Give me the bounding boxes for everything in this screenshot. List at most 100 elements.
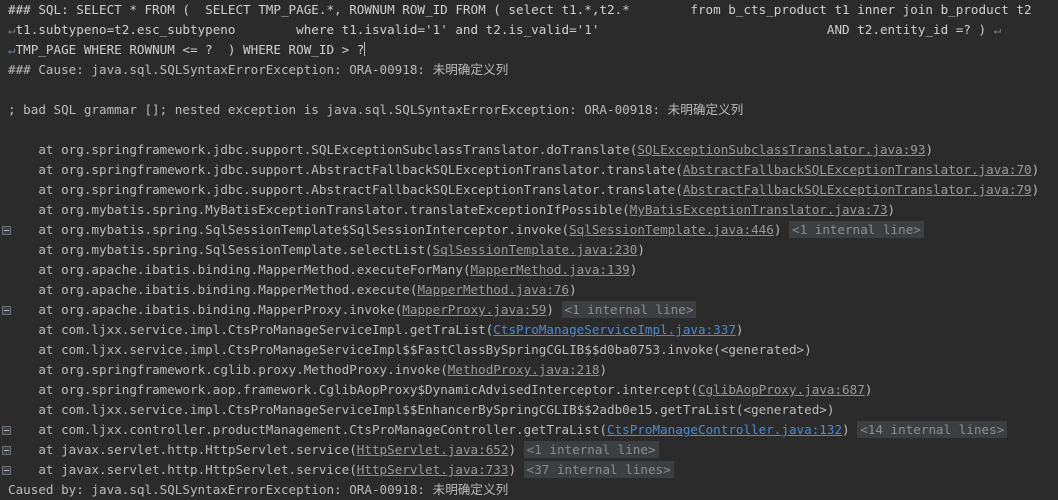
stacktrace-file-link[interactable]: AbstractFallbackSQLExceptionTranslator.j… — [683, 182, 1032, 197]
line-text: at org.springframework.jdbc.support.SQLE… — [38, 142, 638, 157]
line-text: at org.springframework.jdbc.support.Abst… — [38, 182, 683, 197]
stacktrace-file-link[interactable]: SQLExceptionSubclassTranslator.java:93 — [637, 142, 925, 157]
console-line: at org.springframework.jdbc.support.Abst… — [0, 180, 1058, 200]
console-line: at com.ljxx.service.impl.CtsProManageSer… — [0, 340, 1058, 360]
text-caret — [364, 42, 366, 56]
stacktrace-project-file-link[interactable]: CtsProManageController.java:132 — [607, 422, 842, 437]
stacktrace-file-link[interactable]: MapperProxy.java:59 — [402, 302, 546, 317]
line-text: at org.apache.ibatis.binding.MapperMetho… — [38, 282, 418, 297]
stacktrace-file-link[interactable]: SqlSessionTemplate.java:446 — [569, 222, 774, 237]
soft-wrap-arrow-icon: ↵ — [993, 22, 1002, 37]
line-text: at org.mybatis.spring.SqlSessionTemplate… — [38, 242, 433, 257]
console-line: at com.ljxx.controller.productManagement… — [0, 420, 1058, 440]
line-text: at com.ljxx.service.impl.CtsProManageSer… — [38, 402, 835, 417]
console-line: at javax.servlet.http.HttpServlet.servic… — [0, 460, 1058, 480]
line-text: ### Cause: java.sql.SQLSyntaxErrorExcept… — [8, 62, 433, 77]
line-text: ) — [842, 422, 858, 437]
line-text: ) — [864, 382, 873, 397]
internal-lines-badge[interactable]: <1 internal line> — [523, 441, 659, 458]
stacktrace-file-link[interactable]: HttpServlet.java:652 — [357, 442, 509, 457]
console-line: at org.springframework.aop.framework.Cgl… — [0, 380, 1058, 400]
line-text: ### SQL: SELECT * FROM ( SELECT TMP_PAGE… — [8, 2, 1058, 17]
stacktrace-file-link[interactable]: MethodProxy.java:218 — [448, 362, 600, 377]
line-text: ) — [1031, 162, 1040, 177]
line-text: at com.ljxx.service.impl.CtsProManageSer… — [38, 322, 494, 337]
error-message-text: 未明确定义列 — [667, 102, 744, 117]
soft-wrap-arrow-icon: ↵ — [8, 22, 16, 37]
stacktrace-file-link[interactable]: MyBatisExceptionTranslator.java:73 — [630, 202, 888, 217]
console-line: at javax.servlet.http.HttpServlet.servic… — [0, 440, 1058, 460]
line-text: at com.ljxx.controller.productManagement… — [38, 422, 607, 437]
error-message-text: 未明确定义列 — [432, 62, 509, 77]
line-text: ) — [508, 462, 524, 477]
line-text: ; bad SQL grammar []; nested exception i… — [8, 102, 668, 117]
console-line: at org.mybatis.spring.SqlSessionTemplate… — [0, 240, 1058, 260]
line-text: ) — [887, 202, 896, 217]
console-line: at org.apache.ibatis.binding.MapperMetho… — [0, 280, 1058, 300]
line-text: at com.ljxx.service.impl.CtsProManageSer… — [38, 342, 812, 357]
stacktrace-file-link[interactable]: HttpServlet.java:733 — [357, 462, 509, 477]
line-text: at org.mybatis.spring.MyBatisExceptionTr… — [38, 202, 630, 217]
line-text: Caused by: java.sql.SQLSyntaxErrorExcept… — [8, 482, 433, 497]
stacktrace-file-link[interactable]: MapperMethod.java:139 — [471, 262, 630, 277]
console-line: at org.springframework.jdbc.support.SQLE… — [0, 140, 1058, 160]
internal-lines-badge[interactable]: <1 internal line> — [561, 301, 697, 318]
console-line: ↵t1.subtypeno=t2.esc_subtypeno where t1.… — [0, 20, 1058, 40]
line-text: at org.springframework.cglib.proxy.Metho… — [38, 362, 448, 377]
line-text: ) — [599, 362, 608, 377]
internal-lines-badge[interactable]: <14 internal lines> — [857, 421, 1008, 438]
console-line: at org.apache.ibatis.binding.MapperMetho… — [0, 260, 1058, 280]
line-text: ) — [508, 442, 524, 457]
line-text: TMP_PAGE WHERE ROWNUM <= ? ) WHERE ROW_I… — [15, 42, 365, 57]
console-line: ; bad SQL grammar []; nested exception i… — [0, 100, 1058, 120]
line-text: ) — [546, 302, 562, 317]
console-line: ### Cause: java.sql.SQLSyntaxErrorExcept… — [0, 60, 1058, 80]
line-text: at javax.servlet.http.HttpServlet.servic… — [38, 442, 357, 457]
console-line: ### SQL: SELECT * FROM ( SELECT TMP_PAGE… — [0, 0, 1058, 20]
stacktrace-file-link[interactable]: SqlSessionTemplate.java:230 — [433, 242, 638, 257]
stacktrace-file-link[interactable]: MapperMethod.java:76 — [417, 282, 569, 297]
line-text: t1.subtypeno=t2.esc_subtypeno where t1.i… — [15, 22, 994, 37]
internal-lines-badge[interactable]: <37 internal lines> — [523, 461, 674, 478]
internal-lines-badge[interactable]: <1 internal line> — [788, 221, 924, 238]
line-text: ) — [629, 262, 638, 277]
soft-wrap-arrow-icon: ↵ — [8, 42, 16, 57]
console-output-panel[interactable]: ### SQL: SELECT * FROM ( SELECT TMP_PAGE… — [0, 0, 1058, 500]
line-text: ) — [773, 222, 789, 237]
stacktrace-file-link[interactable]: AbstractFallbackSQLExceptionTranslator.j… — [683, 162, 1032, 177]
line-text: ) — [735, 322, 744, 337]
line-text: at org.springframework.jdbc.support.Abst… — [38, 162, 683, 177]
error-message-text: 未明确定义列 — [432, 482, 509, 497]
line-text: at org.apache.ibatis.binding.MapperMetho… — [38, 262, 471, 277]
stacktrace-project-file-link[interactable]: CtsProManageServiceImpl.java:337 — [493, 322, 736, 337]
console-line: Caused by: java.sql.SQLSyntaxErrorExcept… — [0, 480, 1058, 500]
line-text: ) — [925, 142, 934, 157]
line-text: at org.mybatis.spring.SqlSessionTemplate… — [38, 222, 570, 237]
console-line: ↵TMP_PAGE WHERE ROWNUM <= ? ) WHERE ROW_… — [0, 40, 1058, 60]
line-text: at org.apache.ibatis.binding.MapperProxy… — [38, 302, 403, 317]
console-lines: ### SQL: SELECT * FROM ( SELECT TMP_PAGE… — [0, 0, 1058, 500]
console-line: at com.ljxx.service.impl.CtsProManageSer… — [0, 320, 1058, 340]
console-line: at org.springframework.cglib.proxy.Metho… — [0, 360, 1058, 380]
console-line: at org.mybatis.spring.SqlSessionTemplate… — [0, 220, 1058, 240]
line-text: ) — [569, 282, 577, 297]
stacktrace-file-link[interactable]: CglibAopProxy.java:687 — [698, 382, 865, 397]
console-line: at org.springframework.jdbc.support.Abst… — [0, 160, 1058, 180]
console-line: at org.mybatis.spring.MyBatisExceptionTr… — [0, 200, 1058, 220]
